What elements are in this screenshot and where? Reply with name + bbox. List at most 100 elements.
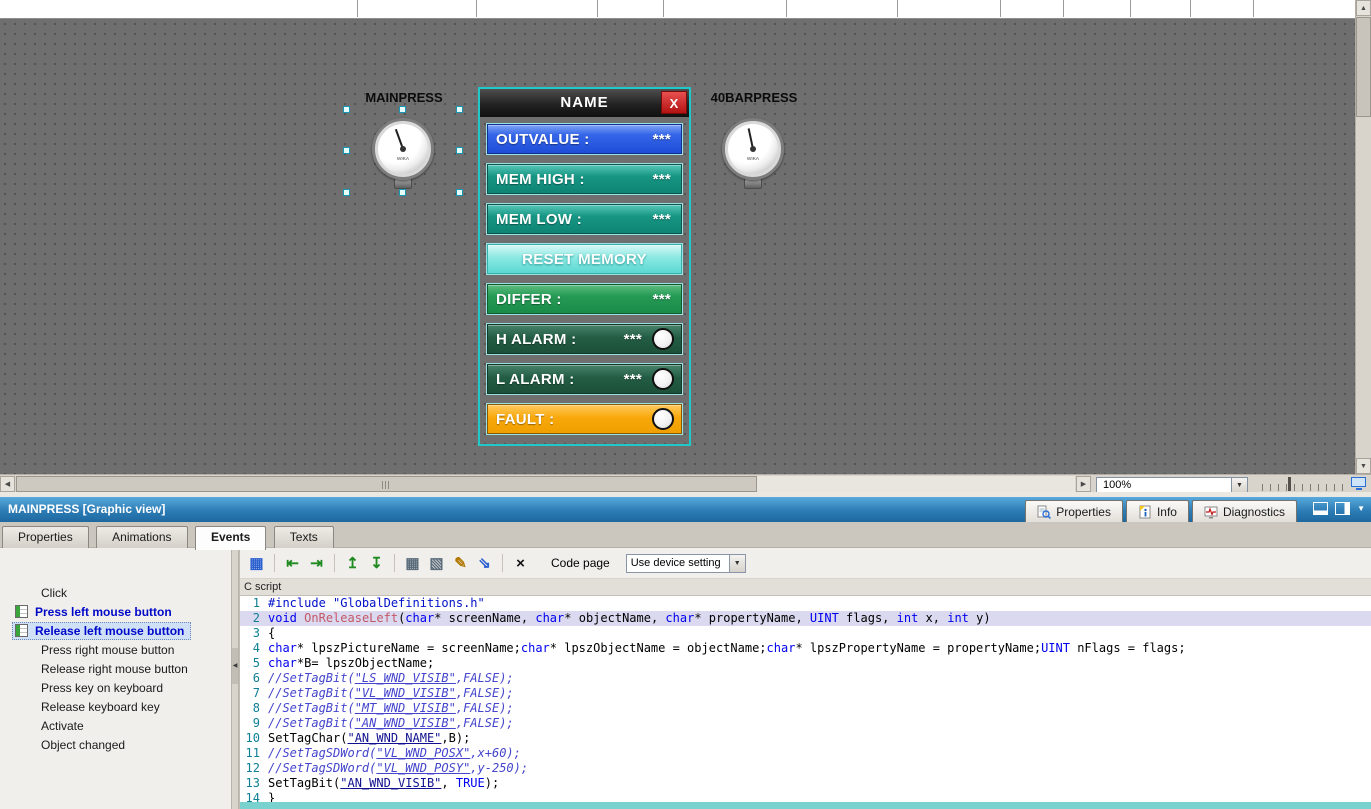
event-item-press-right-mouse-button[interactable]: Press right mouse button [0, 640, 231, 659]
event-item-label: Click [41, 586, 67, 600]
canvas-vertical-scrollbar[interactable]: ▲ ▼ [1355, 0, 1371, 474]
popup-titlebar[interactable]: NAME X [480, 89, 689, 117]
pressure-gauge-40barpress[interactable]: WIKA [722, 118, 784, 189]
selection-handle[interactable] [456, 106, 463, 113]
tab-texts[interactable]: Texts [274, 526, 334, 548]
info-pane-tab[interactable]: Info [1126, 500, 1189, 522]
indent-increase-icon[interactable]: ⇥ [306, 553, 327, 574]
code-line[interactable]: 4char* lpszPictureName = screenName;char… [240, 641, 1371, 656]
popup-title: NAME [480, 89, 689, 117]
accept-script-icon[interactable]: ▦ [246, 553, 267, 574]
canvas-horizontal-scrollbar[interactable]: ◀ ▶ 100% ▼ [0, 474, 1371, 492]
event-item-release-keyboard-key[interactable]: Release keyboard key [0, 697, 231, 716]
vertical-scroll-thumb[interactable] [1356, 17, 1371, 117]
code-line[interactable]: 11//SetTagSDWord("VL_WND_POSX",x+60); [240, 746, 1371, 761]
gauge-brand-text: WIKA [731, 156, 776, 161]
selection-handle[interactable] [456, 147, 463, 154]
code-editor[interactable]: 1#include "GlobalDefinitions.h"2void OnR… [240, 596, 1371, 809]
popup-row-value: *** [653, 171, 681, 188]
popup-row-reset-memory[interactable]: RESET MEMORY [487, 244, 682, 274]
scroll-track[interactable] [16, 476, 1075, 492]
dropdown-arrow-icon[interactable]: ▼ [729, 555, 745, 572]
code-line-text: SetTagBit("AN_WND_VISIB", TRUE); [268, 776, 499, 791]
selection-handle[interactable] [343, 147, 350, 154]
toolbar-separator [334, 554, 335, 572]
code-line[interactable]: 12//SetTagSDWord("VL_WND_POSY",y-250); [240, 761, 1371, 776]
code-line[interactable]: 13SetTagBit("AN_WND_VISIB", TRUE); [240, 776, 1371, 791]
indent-decrease-icon[interactable]: ⇤ [282, 553, 303, 574]
line-number: 8 [240, 701, 260, 716]
properties-pane-tab[interactable]: Properties [1025, 500, 1123, 522]
event-item-release-left-mouse-button[interactable]: Release left mouse button [0, 621, 231, 640]
graphic-canvas[interactable]: MAINPRESS 40BARPRESS WIKA WIKA [0, 19, 1355, 474]
code-line[interactable]: 6//SetTagBit("LS_WND_VISIB",FALSE); [240, 671, 1371, 686]
scroll-down-icon[interactable]: ▼ [1356, 458, 1371, 474]
event-item-activate[interactable]: Activate [0, 716, 231, 735]
faceplate-popup-window[interactable]: NAME X OUTVALUE :***MEM HIGH :***MEM LOW… [478, 87, 691, 446]
panel-splitter[interactable]: ◀ [231, 548, 239, 809]
scroll-up-icon[interactable]: ▲ [1356, 0, 1371, 16]
code-line[interactable]: 3{ [240, 626, 1371, 641]
line-number: 11 [240, 746, 260, 761]
close-button[interactable]: X [661, 91, 687, 114]
event-item-label: Release left mouse button [35, 624, 184, 638]
event-item-press-key-on-keyboard[interactable]: Press key on keyboard [0, 678, 231, 697]
code-line[interactable]: 1#include "GlobalDefinitions.h" [240, 596, 1371, 611]
tab-properties[interactable]: Properties [2, 526, 89, 548]
code-line[interactable]: 7//SetTagBit("VL_WND_VISIB",FALSE); [240, 686, 1371, 701]
collapse-panel-button[interactable]: ◀ [232, 648, 238, 684]
event-item-click[interactable]: Click [0, 583, 231, 602]
selection-handle[interactable] [399, 106, 406, 113]
code-line-text: char*B= lpszObjectName; [268, 656, 434, 671]
code-line[interactable]: 8//SetTagBit("MT_WND_VISIB",FALSE); [240, 701, 1371, 716]
horizontal-ruler [0, 0, 1355, 19]
rename-icon[interactable]: ✎ [450, 553, 471, 574]
move-line-up-icon[interactable]: ↥ [342, 553, 363, 574]
scroll-right-icon[interactable]: ▶ [1076, 476, 1091, 492]
selection-handle[interactable] [399, 189, 406, 196]
magnifier-sheet-icon [1037, 505, 1051, 519]
zoom-slider[interactable] [1262, 479, 1344, 491]
panel-window-controls: ▼ [1313, 502, 1365, 515]
zoom-slider-handle[interactable] [1288, 477, 1291, 491]
dock-panel-icon[interactable] [1313, 502, 1328, 515]
chevron-down-icon[interactable]: ▼ [1357, 504, 1365, 513]
popup-row-differ: DIFFER :*** [487, 284, 682, 314]
led-indicator [652, 328, 674, 350]
delete-icon[interactable]: × [510, 553, 531, 574]
collapse-panel-icon[interactable] [1335, 502, 1350, 515]
code-line[interactable]: 10SetTagChar("AN_WND_NAME",B); [240, 731, 1371, 746]
event-item-release-right-mouse-button[interactable]: Release right mouse button [0, 659, 231, 678]
diagnostics-pane-tab[interactable]: Diagnostics [1192, 500, 1297, 522]
pane-tabs: Properties Info Diagnostics [1025, 500, 1297, 522]
popup-row-l-alarm: L ALARM :*** [487, 364, 682, 394]
move-line-down-icon[interactable]: ↧ [366, 553, 387, 574]
edit-table-icon[interactable]: ▧ [426, 553, 447, 574]
fit-to-screen-button[interactable] [1350, 476, 1368, 492]
code-line[interactable]: 5char*B= lpszObjectName; [240, 656, 1371, 671]
events-list-panel: Click Press left mouse button Release left… [0, 548, 231, 809]
export-icon[interactable]: ⇘ [474, 553, 495, 574]
zoom-dropdown-icon[interactable]: ▼ [1231, 478, 1247, 493]
pane-tab-label: Info [1157, 505, 1177, 519]
selection-handle[interactable] [343, 106, 350, 113]
code-page-select[interactable]: Use device setting ▼ [626, 554, 746, 573]
wincc-graphic-editor: MAINPRESS 40BARPRESS WIKA WIKA [0, 0, 1371, 809]
ruler-tick [1253, 0, 1254, 17]
selection-handle[interactable] [456, 189, 463, 196]
code-line[interactable]: 9//SetTagBit("AN_WND_VISIB",FALSE); [240, 716, 1371, 731]
horizontal-scroll-thumb[interactable] [16, 476, 757, 492]
tab-events[interactable]: Events [195, 526, 266, 550]
monitor-icon [1350, 476, 1368, 492]
code-page-label: Code page [551, 556, 610, 570]
event-item-object-changed[interactable]: Object changed [0, 735, 231, 754]
selection-handle[interactable] [343, 189, 350, 196]
ruler-tick [786, 0, 787, 17]
tab-label: Texts [290, 530, 318, 544]
tab-animations[interactable]: Animations [96, 526, 187, 548]
event-item-press-left-mouse-button[interactable]: Press left mouse button [0, 602, 231, 621]
code-line[interactable]: 2void OnReleaseLeft(char* screenName, ch… [240, 611, 1371, 626]
bottom-pane: Click Press left mouse button Release left… [0, 548, 1371, 809]
scroll-left-icon[interactable]: ◀ [0, 476, 15, 492]
table-icon[interactable]: ▦ [402, 553, 423, 574]
